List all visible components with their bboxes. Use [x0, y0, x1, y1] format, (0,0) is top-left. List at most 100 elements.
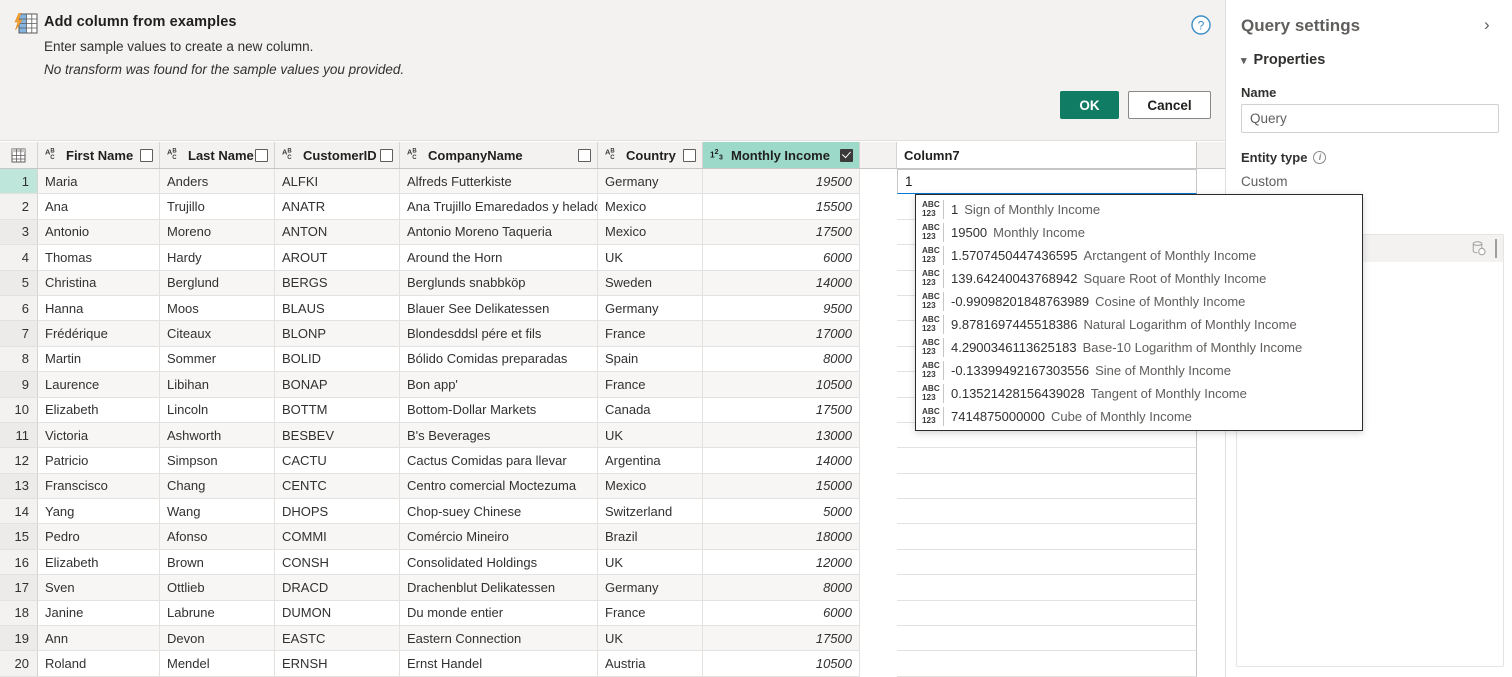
table-cell[interactable]: Frédérique	[38, 321, 160, 347]
column-header-column7[interactable]: Column7	[897, 142, 1197, 168]
table-cell[interactable]: Consolidated Holdings	[400, 549, 598, 576]
table-cell[interactable]: DUMON	[275, 600, 400, 627]
table-cell[interactable]: Libihan	[160, 372, 275, 398]
table-cell[interactable]: Hanna	[38, 295, 160, 322]
row-number[interactable]: 2	[0, 194, 38, 220]
table-cell[interactable]: ERNSH	[275, 651, 400, 677]
new-column-empty-cell[interactable]	[897, 600, 1197, 627]
table-cell[interactable]: Christina	[38, 270, 160, 296]
table-cell[interactable]: CONSH	[275, 549, 400, 576]
table-cell[interactable]: 9500	[703, 295, 860, 322]
row-number[interactable]: 4	[0, 245, 38, 271]
suggestion-item[interactable]: ABC 123 1.5707450447436595 Arctangent of Mo…	[916, 244, 1362, 267]
help-circle-icon[interactable]: ?	[1190, 14, 1212, 36]
table-cell[interactable]: Laurence	[38, 372, 160, 398]
table-cell[interactable]: Simpson	[160, 448, 275, 474]
suggestion-item[interactable]: ABC 123 9.8781697445518386 Natural Logarith…	[916, 313, 1362, 336]
table-cell[interactable]: DRACD	[275, 575, 400, 601]
row-number[interactable]: 17	[0, 575, 38, 601]
table-cell[interactable]: Antonio Moreno Taqueria	[400, 219, 598, 246]
table-cell[interactable]: Wang	[160, 499, 275, 525]
table-cell[interactable]: Mendel	[160, 651, 275, 677]
row-number[interactable]: 10	[0, 397, 38, 423]
table-row[interactable]: 1 Maria Anders ALFKI Alfreds Futterkiste Germ…	[0, 169, 1225, 195]
column-select-checkbox[interactable]	[255, 148, 268, 162]
table-cell[interactable]: Blondesddsl pére et fils	[400, 321, 598, 347]
table-cell[interactable]: ALFKI	[275, 169, 400, 195]
table-cell[interactable]: Alfreds Futterkiste	[400, 169, 598, 195]
data-source-icon[interactable]	[1470, 240, 1487, 257]
table-cell[interactable]: Hardy	[160, 245, 275, 271]
suggestion-item[interactable]: ABC 123 7414875000000 Cube of Monthly Incom…	[916, 405, 1362, 428]
table-cell[interactable]: BERGS	[275, 270, 400, 296]
row-number[interactable]: 18	[0, 600, 38, 627]
new-column-empty-cell[interactable]	[897, 575, 1197, 601]
table-cell[interactable]: BLAUS	[275, 295, 400, 322]
table-cell[interactable]: B's Beverages	[400, 422, 598, 449]
row-number[interactable]: 9	[0, 372, 38, 398]
info-circle-icon[interactable]: i	[1313, 151, 1327, 164]
properties-section-header[interactable]: ▾ Properties	[1241, 52, 1325, 68]
column-header-last-name[interactable]: A B C Last Name	[160, 142, 275, 168]
row-number[interactable]: 6	[0, 295, 38, 322]
table-cell[interactable]: Comércio Mineiro	[400, 524, 598, 550]
table-cell[interactable]: 17000	[703, 321, 860, 347]
table-cell[interactable]: France	[598, 321, 703, 347]
table-cell[interactable]: Anders	[160, 169, 275, 195]
table-cell[interactable]: BONAP	[275, 372, 400, 398]
table-cell[interactable]: Elizabeth	[38, 397, 160, 423]
table-row[interactable]: 13 Franscisco Chang CENTC Centro comercial M…	[0, 473, 1225, 500]
table-cell[interactable]: Chang	[160, 473, 275, 500]
row-number[interactable]: 3	[0, 219, 38, 246]
table-cell[interactable]: CENTC	[275, 473, 400, 500]
table-cell[interactable]: BESBEV	[275, 422, 400, 449]
table-cell[interactable]: 15500	[703, 194, 860, 220]
table-cell[interactable]: Moos	[160, 295, 275, 322]
table-cell[interactable]: Bon app'	[400, 372, 598, 398]
table-cell[interactable]: 10500	[703, 372, 860, 398]
table-cell[interactable]: Brown	[160, 549, 275, 576]
table-cell[interactable]: 19500	[703, 169, 860, 195]
table-cell[interactable]: Berglunds snabbköp	[400, 270, 598, 296]
table-cell[interactable]: Janine	[38, 600, 160, 627]
table-cell[interactable]: Ernst Handel	[400, 651, 598, 677]
table-cell[interactable]: ANTON	[275, 219, 400, 246]
table-cell[interactable]: Cactus Comidas para llevar	[400, 448, 598, 474]
table-cell[interactable]: Elizabeth	[38, 549, 160, 576]
table-cell[interactable]: Blauer See Delikatessen	[400, 295, 598, 322]
suggestion-item[interactable]: ABC 123 0.13521428156439028 Tangent of Mont…	[916, 382, 1362, 405]
table-cell[interactable]: Around the Horn	[400, 245, 598, 271]
table-row[interactable]: 18 Janine Labrune DUMON Du monde entier Franc…	[0, 600, 1225, 627]
table-cell[interactable]: Eastern Connection	[400, 626, 598, 652]
table-cell[interactable]: 6000	[703, 245, 860, 271]
suggestion-item[interactable]: ABC 123 139.64240043768942 Square Root of M…	[916, 267, 1362, 290]
table-cell[interactable]: Antonio	[38, 219, 160, 246]
column-header-country[interactable]: A B C Country	[598, 142, 703, 168]
table-cell[interactable]: Canada	[598, 397, 703, 423]
row-number[interactable]: 7	[0, 321, 38, 347]
table-cell[interactable]: 17500	[703, 219, 860, 246]
table-cell[interactable]: CACTU	[275, 448, 400, 474]
table-cell[interactable]: Sommer	[160, 346, 275, 373]
table-cell[interactable]: Sven	[38, 575, 160, 601]
suggestion-item[interactable]: ABC 123 4.2900346113625183 Base-10 Logarith…	[916, 336, 1362, 359]
table-cell[interactable]: Brazil	[598, 524, 703, 550]
table-cell[interactable]: Germany	[598, 295, 703, 322]
table-cell[interactable]: 14000	[703, 448, 860, 474]
table-cell[interactable]: 8000	[703, 575, 860, 601]
table-cell[interactable]: UK	[598, 549, 703, 576]
table-cell[interactable]: UK	[598, 626, 703, 652]
new-column-value-input[interactable]: 1	[897, 169, 1197, 195]
column-select-checkbox[interactable]	[140, 148, 153, 162]
table-row[interactable]: 15 Pedro Afonso COMMI Comércio Mineiro Brazil…	[0, 524, 1225, 550]
table-cell[interactable]: BOTTM	[275, 397, 400, 423]
table-cell[interactable]: Devon	[160, 626, 275, 652]
table-cell[interactable]: Spain	[598, 346, 703, 373]
table-cell[interactable]: Patricio	[38, 448, 160, 474]
table-cell[interactable]: Ana	[38, 194, 160, 220]
table-cell[interactable]: Switzerland	[598, 499, 703, 525]
table-cell[interactable]: 5000	[703, 499, 860, 525]
table-cell[interactable]: 6000	[703, 600, 860, 627]
column-header-companyname[interactable]: A B C CompanyName	[400, 142, 598, 168]
table-cell[interactable]: Germany	[598, 575, 703, 601]
